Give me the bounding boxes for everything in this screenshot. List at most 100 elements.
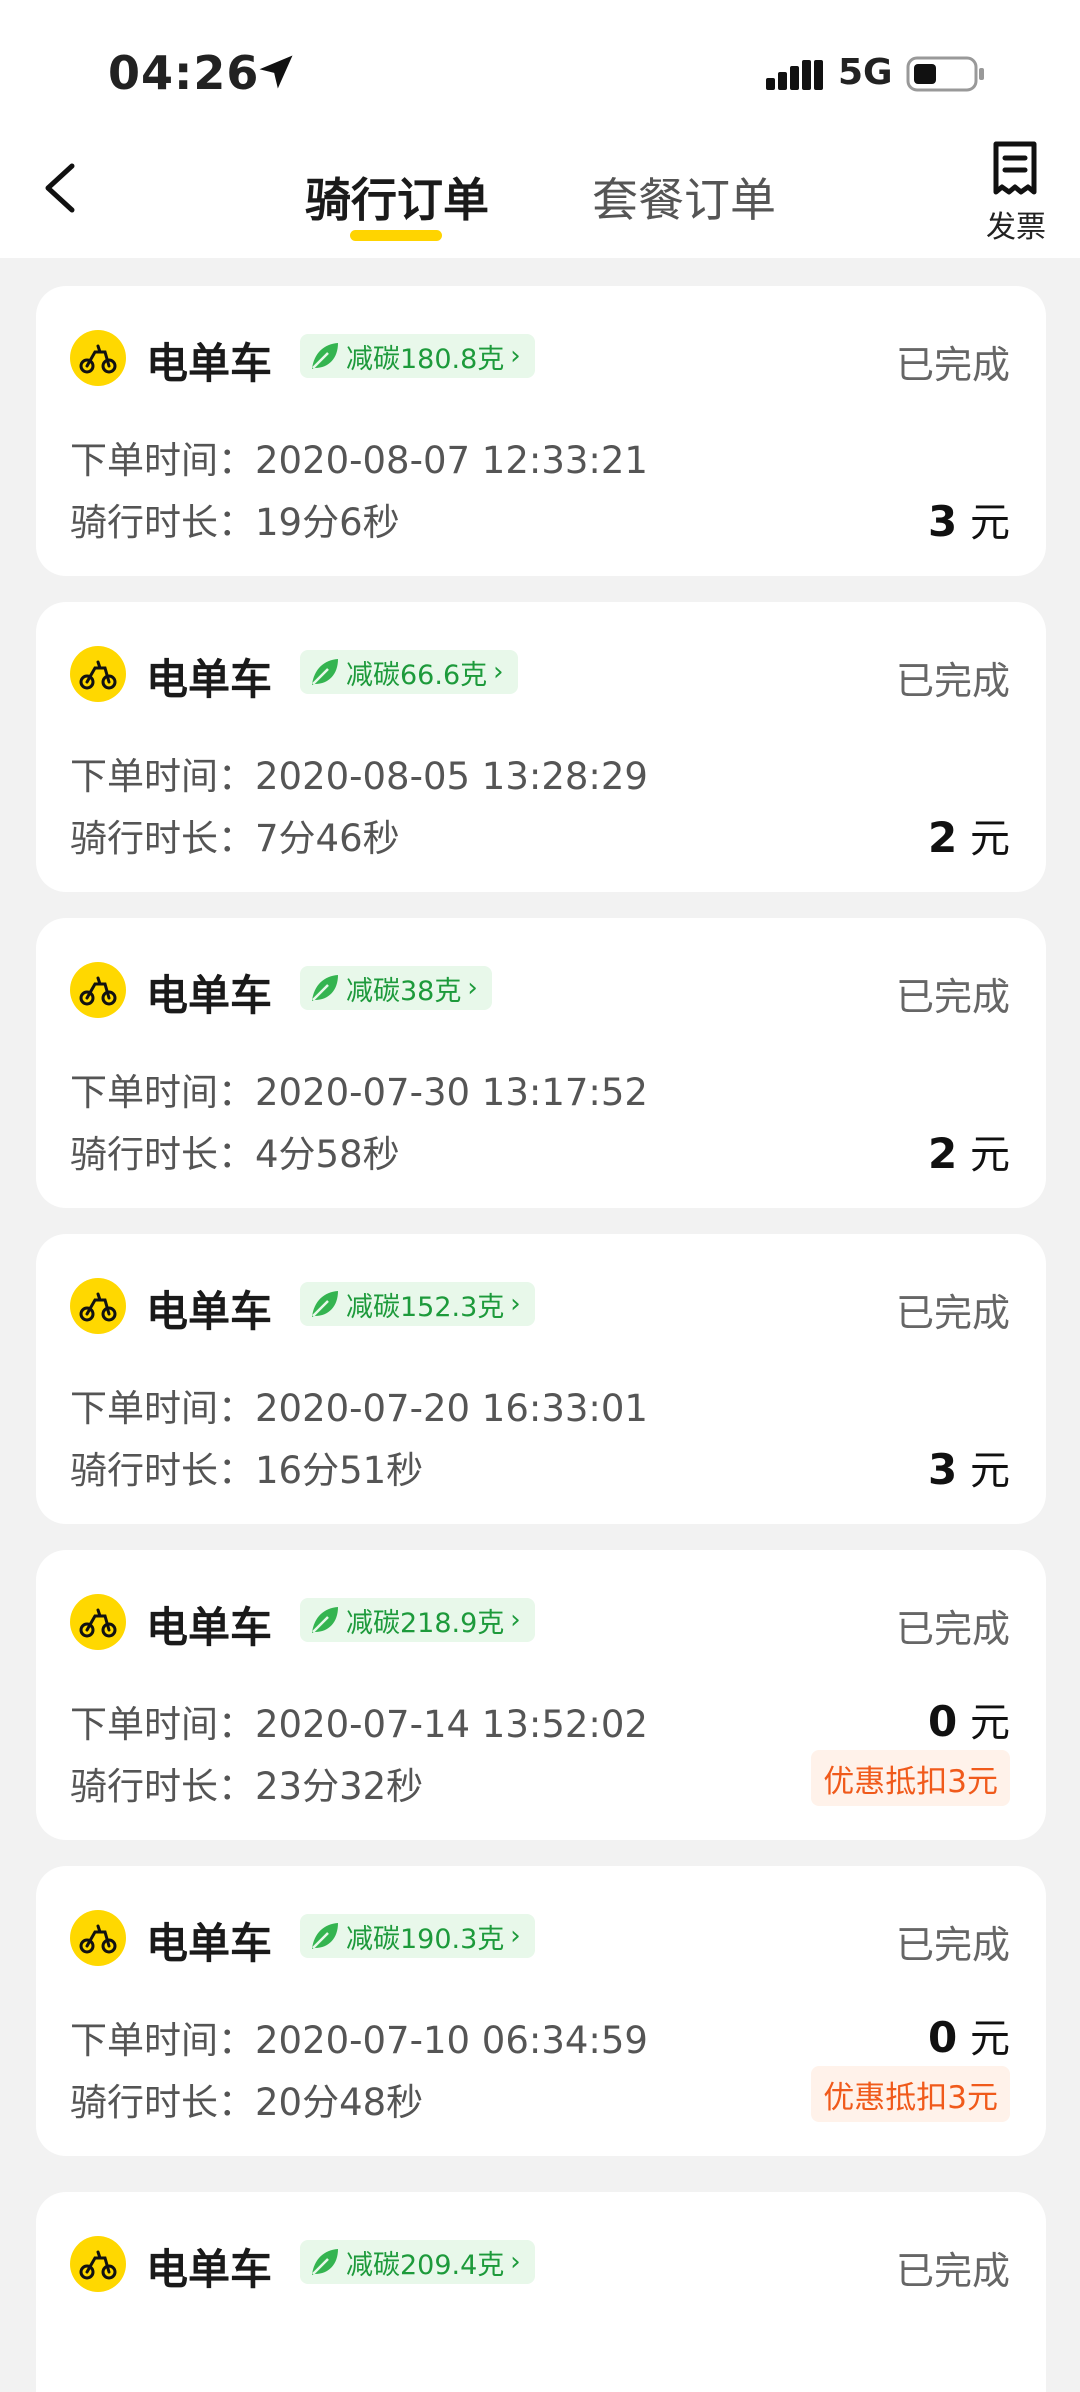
order-card[interactable]: 电单车 减碳218.9克 › 已完成 下单时间：2020-07-14 13:52:… [36, 1550, 1046, 1840]
order-time-label: 下单时间： [70, 439, 255, 482]
battery-icon [906, 56, 984, 92]
leaf-icon [312, 1291, 338, 1317]
duration-row: 骑行时长：20分48秒 [70, 2072, 423, 2126]
order-time-value: 2020-08-05 13:28:29 [255, 755, 648, 798]
order-amount: 0 元 [928, 2006, 1010, 2064]
order-card[interactable]: 电单车 减碳209.4克 › 已完成 [36, 2192, 1046, 2392]
duration-label: 骑行时长： [70, 1133, 255, 1176]
carbon-text: 减碳190.3克 [346, 1923, 505, 1955]
duration-label: 骑行时长： [70, 501, 255, 544]
order-time-row: 下单时间：2020-07-10 06:34:59 [70, 2010, 648, 2064]
order-time-label: 下单时间： [70, 755, 255, 798]
active-tab-indicator [350, 230, 442, 241]
order-time-label: 下单时间： [70, 2019, 255, 2062]
amount-value: 3 [928, 1445, 958, 1494]
chevron-right-icon: › [510, 341, 521, 371]
vehicle-type: 电单车 [146, 339, 273, 388]
vehicle-type: 电单车 [146, 655, 273, 704]
order-card[interactable]: 电单车 减碳152.3克 › 已完成 下单时间：2020-07-20 16:33:… [36, 1234, 1046, 1524]
chevron-right-icon: › [510, 2247, 521, 2277]
order-card[interactable]: 电单车 减碳190.3克 › 已完成 下单时间：2020-07-10 06:34:… [36, 1866, 1046, 2156]
currency-label: 元 [970, 816, 1010, 862]
amount-value: 0 [928, 1697, 958, 1746]
currency-label: 元 [970, 2016, 1010, 2062]
carbon-text: 减碳66.6克 [346, 659, 488, 691]
chevron-right-icon: › [510, 1921, 521, 1951]
discount-badge: 优惠抵扣3元 [811, 2066, 1010, 2122]
currency-label: 元 [970, 1700, 1010, 1746]
order-time-value: 2020-07-14 13:52:02 [255, 1703, 648, 1746]
carbon-badge[interactable]: 减碳152.3克 › [300, 1282, 535, 1326]
duration-value: 7分46秒 [255, 817, 400, 860]
order-time-value: 2020-07-10 06:34:59 [255, 2019, 648, 2062]
ebike-logo-icon [70, 2236, 126, 2292]
order-time-label: 下单时间： [70, 1071, 255, 1114]
order-time-value: 2020-07-30 13:17:52 [255, 1071, 648, 1114]
location-arrow-icon [259, 55, 293, 89]
leaf-icon [312, 343, 338, 369]
carbon-text: 减碳152.3克 [346, 1291, 505, 1323]
order-amount: 0 元 [928, 1690, 1010, 1748]
order-status: 已完成 [895, 975, 1010, 1019]
duration-row: 骑行时长：19分6秒 [70, 492, 400, 546]
carbon-badge[interactable]: 减碳180.8克 › [300, 334, 535, 378]
carbon-badge[interactable]: 减碳38克 › [300, 966, 492, 1010]
signal-icon [766, 60, 823, 90]
duration-value: 4分58秒 [255, 1133, 400, 1176]
ebike-logo-icon [70, 1594, 126, 1650]
duration-value: 16分51秒 [255, 1449, 424, 1492]
vehicle-type: 电单车 [146, 1919, 273, 1968]
order-time-value: 2020-07-20 16:33:01 [255, 1387, 648, 1430]
ebike-logo-icon [70, 962, 126, 1018]
leaf-icon [312, 2249, 338, 2275]
amount-value: 3 [928, 497, 958, 546]
duration-value: 23分32秒 [255, 1765, 424, 1808]
ebike-logo-icon [70, 1910, 126, 1966]
order-card[interactable]: 电单车 减碳38克 › 已完成 下单时间：2020-07-30 13:17:52 … [36, 918, 1046, 1208]
network-type: 5G [838, 52, 893, 93]
currency-label: 元 [970, 500, 1010, 546]
top-bar: 04:26 5G 骑行订单 套餐订单 发票 [0, 0, 1080, 258]
vehicle-type: 电单车 [146, 1287, 273, 1336]
order-status: 已完成 [895, 2249, 1010, 2293]
duration-row: 骑行时长：23分32秒 [70, 1756, 423, 1810]
chevron-right-icon: › [467, 973, 478, 1003]
order-status: 已完成 [895, 343, 1010, 387]
order-status: 已完成 [895, 1923, 1010, 1967]
duration-value: 20分48秒 [255, 2081, 424, 2124]
vehicle-type: 电单车 [146, 2245, 273, 2294]
carbon-text: 减碳218.9克 [346, 1607, 505, 1639]
order-time-row: 下单时间：2020-08-07 12:33:21 [70, 430, 648, 484]
tab-ride-orders[interactable]: 骑行订单 [305, 164, 489, 230]
duration-label: 骑行时长： [70, 817, 255, 860]
chevron-right-icon: › [510, 1289, 521, 1319]
vehicle-type: 电单车 [146, 971, 273, 1020]
invoice-label[interactable]: 发票 [986, 202, 1046, 246]
back-arrow-icon[interactable] [36, 158, 86, 218]
carbon-text: 减碳180.8克 [346, 343, 505, 375]
invoice-icon[interactable] [990, 140, 1040, 196]
order-time-row: 下单时间：2020-08-05 13:28:29 [70, 746, 648, 800]
amount-value: 2 [928, 1129, 958, 1178]
duration-row: 骑行时长：7分46秒 [70, 808, 400, 862]
carbon-text: 减碳209.4克 [346, 2249, 505, 2281]
order-status: 已完成 [895, 1291, 1010, 1335]
order-time-row: 下单时间：2020-07-30 13:17:52 [70, 1062, 648, 1116]
order-card[interactable]: 电单车 减碳66.6克 › 已完成 下单时间：2020-08-05 13:28:2… [36, 602, 1046, 892]
carbon-badge[interactable]: 减碳218.9克 › [300, 1598, 535, 1642]
order-time-label: 下单时间： [70, 1387, 255, 1430]
carbon-badge[interactable]: 减碳209.4克 › [300, 2240, 535, 2284]
tab-package-orders[interactable]: 套餐订单 [592, 164, 776, 230]
leaf-icon [312, 975, 338, 1001]
order-time-value: 2020-08-07 12:33:21 [255, 439, 648, 482]
order-card[interactable]: 电单车 减碳180.8克 › 已完成 下单时间：2020-08-07 12:33:… [36, 286, 1046, 576]
carbon-badge[interactable]: 减碳66.6克 › [300, 650, 518, 694]
chevron-right-icon: › [510, 1605, 521, 1635]
order-status: 已完成 [895, 1607, 1010, 1651]
duration-row: 骑行时长：16分51秒 [70, 1440, 423, 1494]
duration-row: 骑行时长：4分58秒 [70, 1124, 400, 1178]
carbon-badge[interactable]: 减碳190.3克 › [300, 1914, 535, 1958]
ebike-logo-icon [70, 646, 126, 702]
status-time: 04:26 [108, 46, 260, 100]
ebike-logo-icon [70, 330, 126, 386]
